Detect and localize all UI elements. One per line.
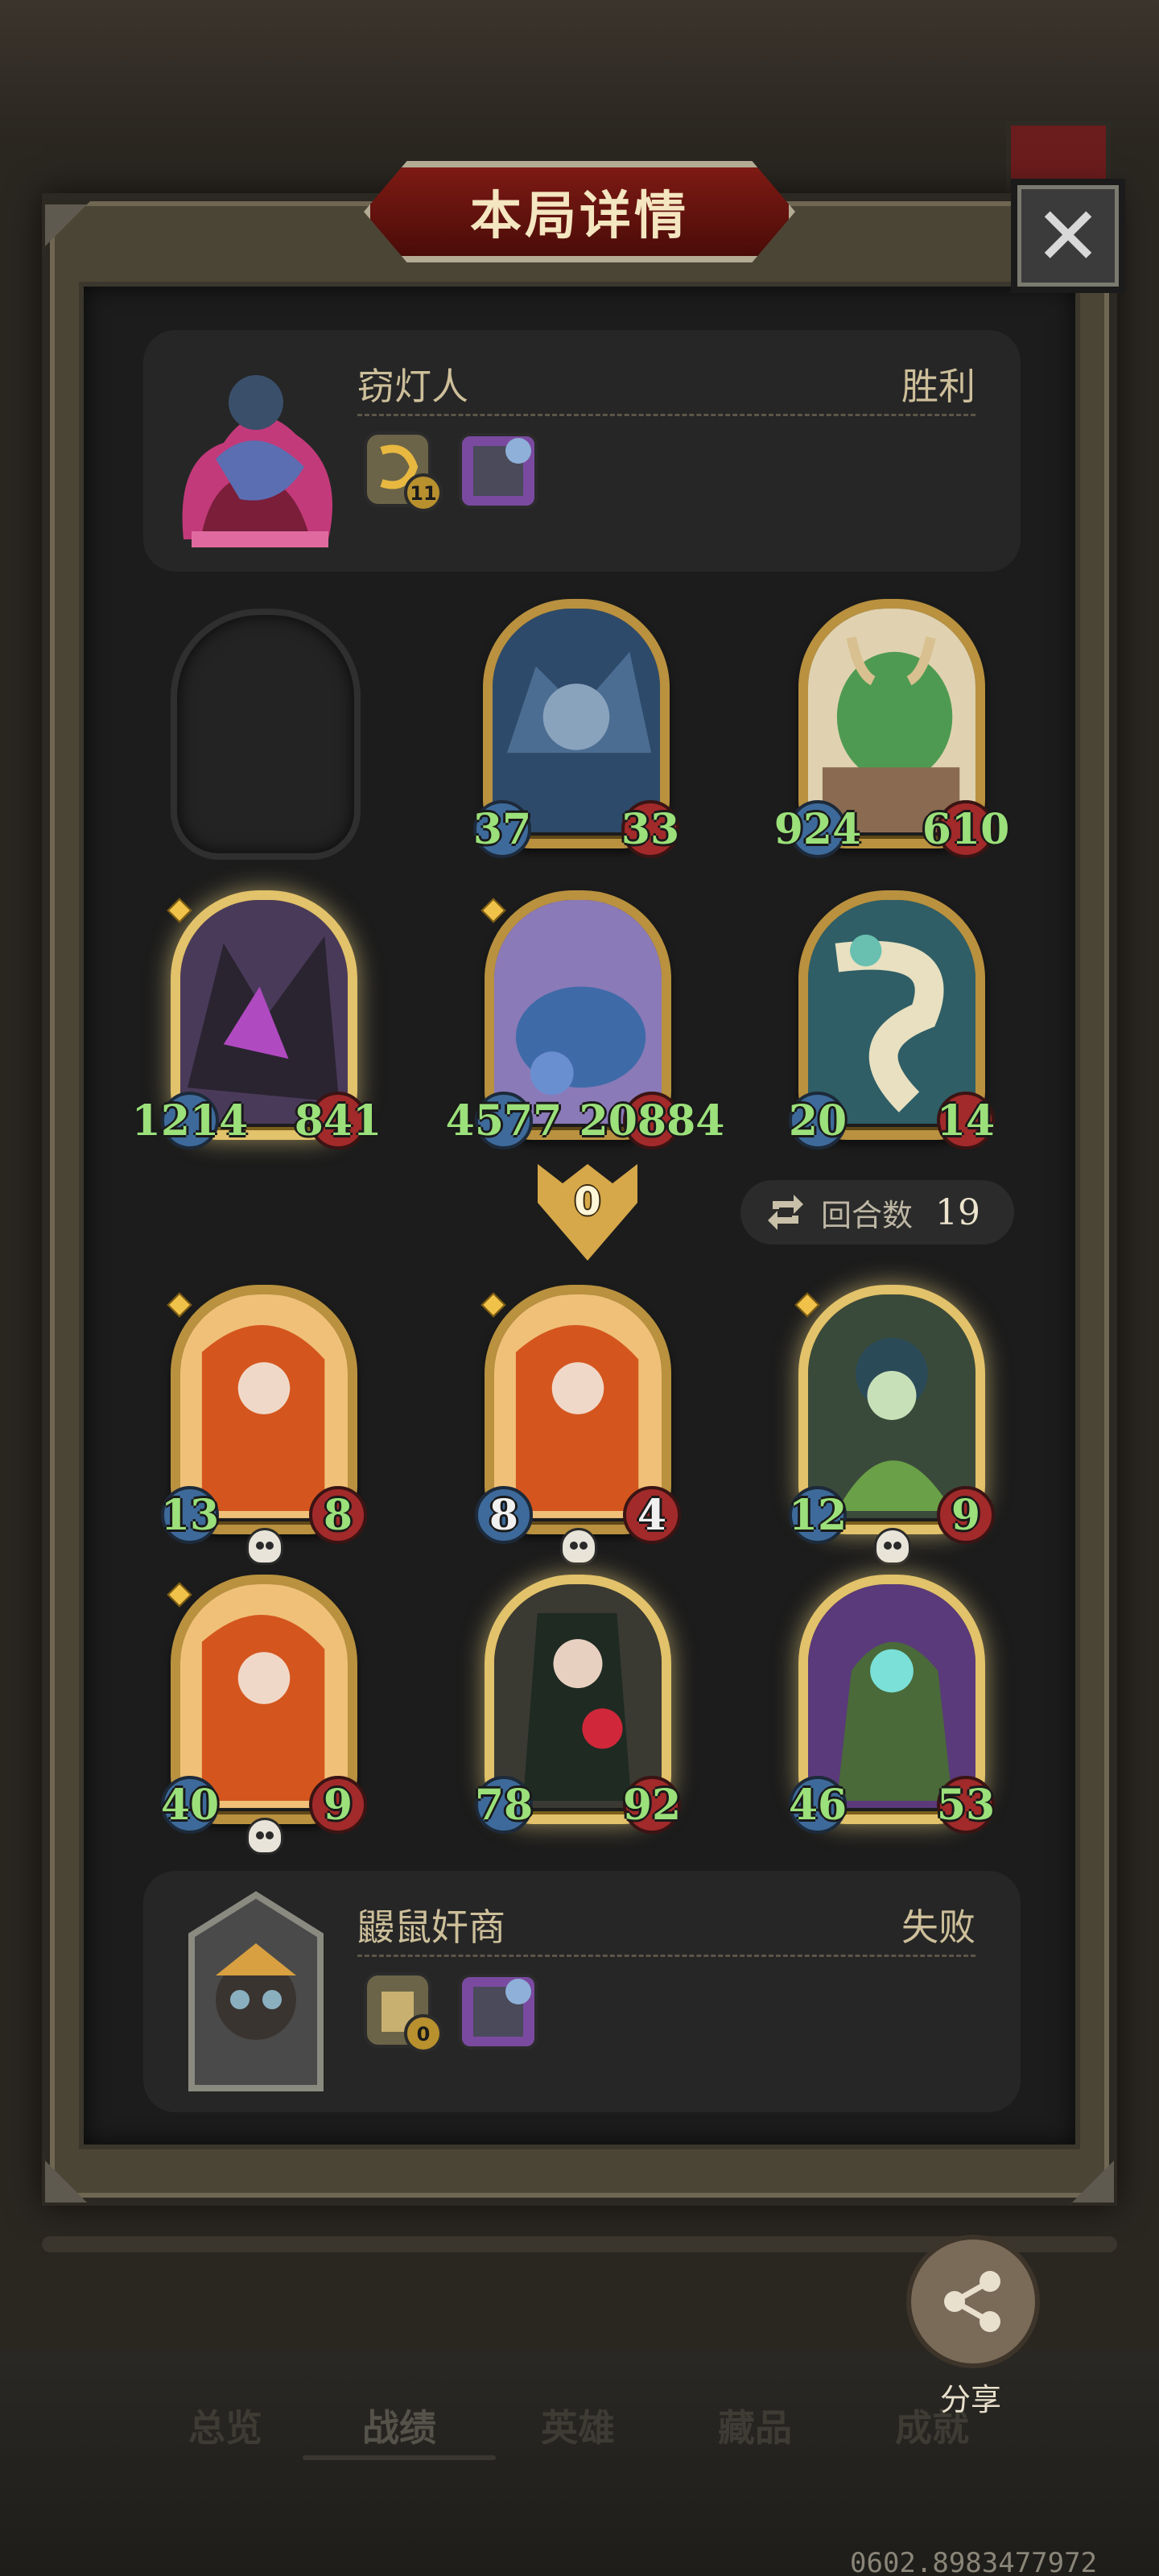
hero-avatar[interactable] [159, 1887, 353, 2096]
minion-card[interactable]: 1214 841 [132, 890, 382, 1156]
health-stat: 9 [309, 1776, 367, 1834]
health-stat: 8 [309, 1486, 367, 1544]
attack-stat: 4577 [446, 1092, 562, 1150]
round-counter: 回合数 19 [740, 1180, 1014, 1245]
minion-card[interactable]: 78 92 [475, 1575, 681, 1840]
death-skull-icon [560, 1528, 597, 1565]
minion-card[interactable]: 46 53 [789, 1575, 995, 1840]
death-skull-icon [246, 1818, 283, 1855]
health-stat: 92 [623, 1776, 681, 1834]
health-stat: 53 [937, 1776, 995, 1834]
minion-art [808, 609, 975, 832]
player-name: 窃灯人 [357, 365, 468, 408]
minion-art [808, 1584, 975, 1808]
background-top [0, 0, 1159, 145]
nav-active-indicator [303, 2455, 496, 2460]
match-result: 胜利 [901, 365, 975, 408]
health-stat: 9 [937, 1486, 995, 1544]
minion-art [493, 609, 660, 832]
trinket-badge: 11 [410, 482, 436, 505]
minion-card[interactable]: 20 14 [789, 890, 995, 1156]
close-button[interactable]: ✕ [1011, 179, 1125, 293]
nav-heroes[interactable]: 英雄 [541, 2399, 615, 2452]
minion-card[interactable]: 37 33 [473, 599, 679, 865]
attack-stat: 20 [789, 1092, 847, 1150]
minion-card[interactable]: 13 8 [161, 1285, 367, 1565]
round-label: 回合数 [821, 1197, 914, 1233]
round-value: 19 [935, 1191, 981, 1233]
hero-avatar[interactable] [159, 346, 353, 555]
health-stat: 33 [621, 800, 679, 858]
minion-art [494, 1294, 662, 1518]
close-icon: ✕ [1034, 188, 1102, 283]
minion-art [180, 1584, 348, 1808]
trinket-badge: 0 [417, 2023, 431, 2046]
health-stat: 20884 [580, 1092, 724, 1150]
loser-panel: 鼹鼠奸商 失败 0 [143, 1871, 1021, 2112]
minion-art [180, 1294, 348, 1518]
title-banner: 本局详情 [364, 161, 795, 262]
share-icon [944, 2271, 1000, 2332]
health-stat: 4 [623, 1486, 681, 1544]
attack-stat: 40 [161, 1776, 219, 1834]
trinket-icon[interactable]: 0 [357, 1967, 446, 2056]
spell-card-icon[interactable] [454, 427, 542, 515]
spell-card-icon[interactable] [454, 1967, 542, 2056]
attack-stat: 78 [475, 1776, 533, 1834]
minion-card[interactable]: 924 610 [774, 599, 1009, 865]
winner-panel: 窃灯人 胜利 11 [143, 330, 1021, 572]
attack-stat: 924 [774, 800, 861, 858]
trinket-icon[interactable]: 11 [357, 427, 446, 515]
swap-icon [768, 1195, 803, 1230]
minion-art [808, 1294, 975, 1518]
page-title: 本局详情 [470, 187, 689, 246]
minion-art [494, 1584, 662, 1808]
death-skull-icon [246, 1528, 283, 1565]
minion-art [808, 900, 975, 1124]
match-result: 失败 [901, 1905, 975, 1949]
minion-card[interactable]: 40 9 [161, 1575, 367, 1855]
attack-stat: 37 [473, 800, 531, 858]
attack-stat: 1214 [132, 1092, 248, 1150]
nav-collection[interactable]: 藏品 [718, 2399, 792, 2452]
attack-stat: 8 [475, 1486, 533, 1544]
health-stat: 14 [937, 1092, 995, 1150]
minion-card[interactable]: 8 4 [475, 1285, 681, 1565]
attack-stat: 13 [161, 1486, 219, 1544]
minion-card[interactable]: 12 9 [789, 1285, 995, 1565]
divider-line [357, 414, 975, 416]
minion-card[interactable]: 4577 20884 [446, 890, 724, 1156]
attack-stat: 46 [789, 1776, 847, 1834]
version-id: 0602.8983477972 [850, 2547, 1098, 2576]
player-name: 鼹鼠奸商 [357, 1905, 505, 1949]
damage-value: 0 [574, 1179, 601, 1224]
divider-line [357, 1955, 975, 1957]
attack-stat: 12 [789, 1486, 847, 1544]
health-stat: 610 [922, 800, 1009, 858]
minion-art [180, 900, 348, 1124]
nav-records[interactable]: 战绩 [362, 2399, 436, 2452]
nav-overview[interactable]: 总览 [188, 2399, 262, 2452]
share-button[interactable] [906, 2235, 1040, 2368]
health-stat: 841 [295, 1092, 382, 1150]
death-skull-icon [874, 1528, 911, 1565]
empty-board-slot [171, 609, 361, 860]
minion-art [494, 900, 662, 1124]
share-label: 分享 [940, 2382, 1002, 2417]
